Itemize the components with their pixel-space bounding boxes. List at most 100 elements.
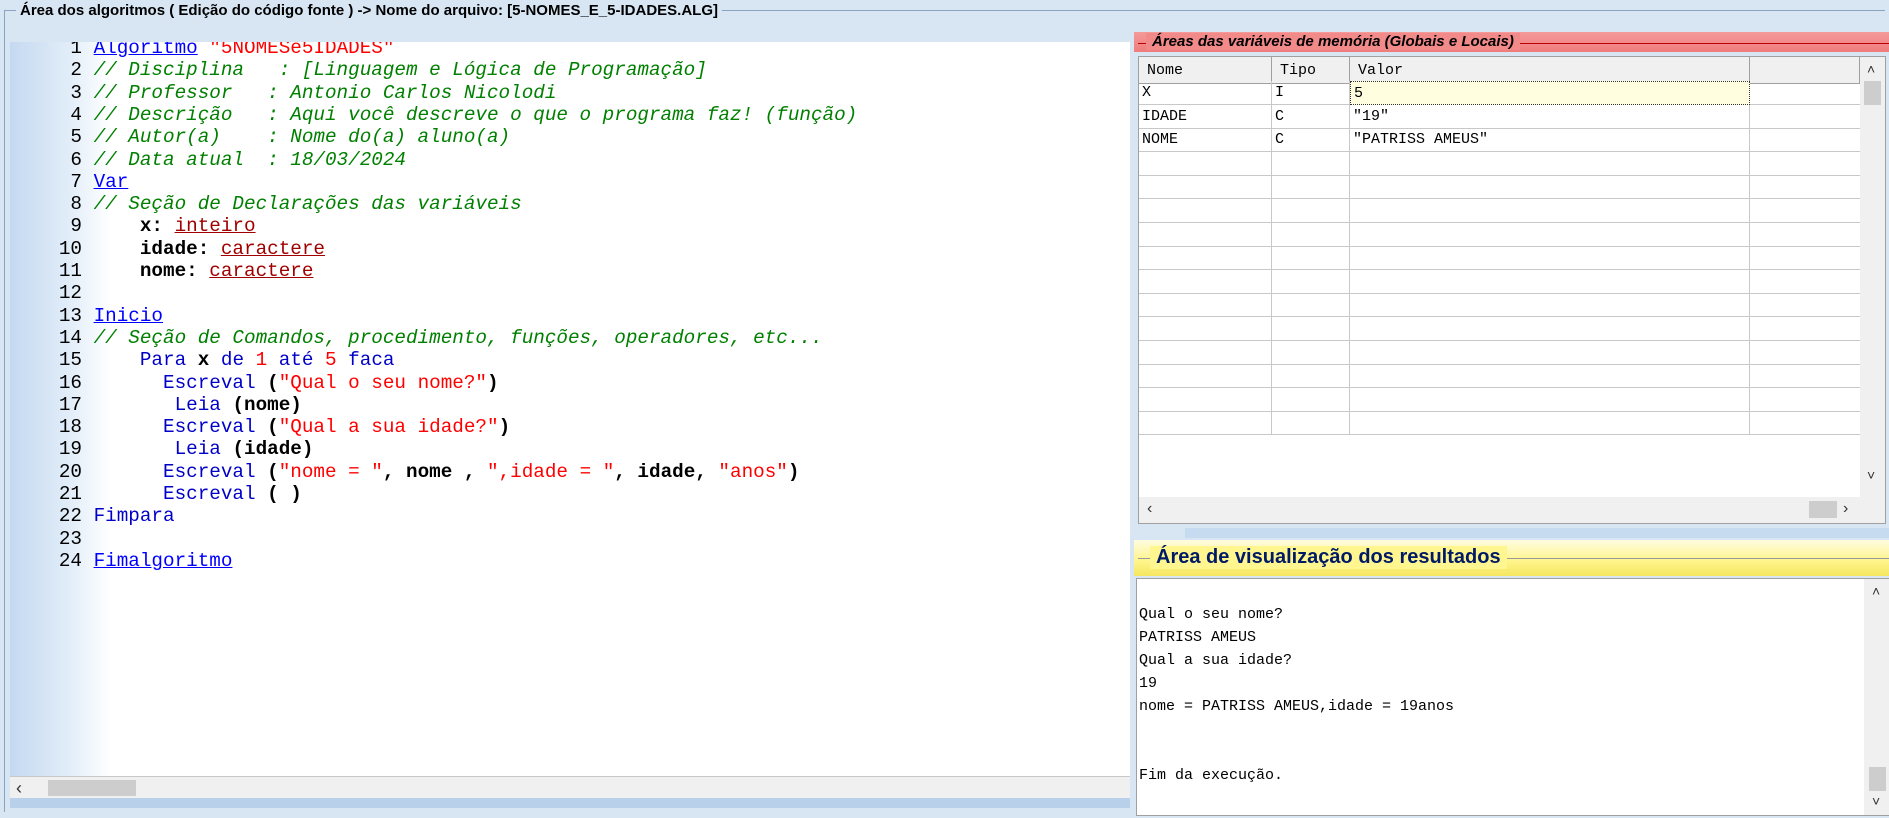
chevron-up-icon[interactable]: ˄: [1867, 61, 1875, 77]
cell-nome[interactable]: [1139, 411, 1272, 436]
cell-valor[interactable]: [1350, 246, 1750, 271]
table-row[interactable]: IDADE C "19": [1139, 104, 1860, 129]
cell-nome[interactable]: NOME: [1139, 128, 1272, 153]
table-row[interactable]: [1139, 246, 1860, 271]
scroll-thumb[interactable]: [1864, 81, 1881, 105]
cell-tipo[interactable]: [1272, 387, 1350, 412]
chevron-left-icon[interactable]: ‹: [1147, 500, 1152, 518]
cell-valor[interactable]: [1350, 199, 1750, 223]
cell-tipo[interactable]: [1272, 175, 1350, 200]
cell-tipo[interactable]: [1272, 340, 1350, 365]
chevron-right-icon[interactable]: ›: [1843, 500, 1848, 518]
cell-nome[interactable]: [1139, 293, 1272, 318]
code-token: , idade,: [614, 460, 719, 483]
cell-tipo[interactable]: [1272, 411, 1350, 436]
cell-nome[interactable]: [1139, 317, 1272, 341]
variables-horizontal-scrollbar[interactable]: ‹ ›: [1139, 497, 1860, 522]
cell-nome[interactable]: [1139, 199, 1272, 223]
table-row[interactable]: [1139, 269, 1860, 294]
cell-tipo[interactable]: [1272, 269, 1350, 294]
cell-valor[interactable]: [1350, 364, 1750, 389]
code-token: // Data atual : 18/03/2024: [93, 148, 406, 171]
panel-splitter[interactable]: [1134, 528, 1889, 538]
table-row[interactable]: XI5: [1139, 81, 1860, 105]
cell-filler: [1750, 105, 1860, 129]
table-row[interactable]: [1139, 199, 1860, 223]
code-token: ",idade = ": [487, 460, 615, 483]
cell-valor[interactable]: "19": [1350, 104, 1750, 129]
cell-filler: [1750, 199, 1860, 223]
cell-valor[interactable]: [1350, 411, 1750, 436]
cell-nome[interactable]: [1139, 340, 1272, 365]
output-line: 19: [1139, 675, 1158, 692]
code-token: // Disciplina : [Linguagem e Lógica de P…: [93, 59, 707, 82]
cell-valor[interactable]: [1350, 151, 1750, 176]
cell-tipo[interactable]: [1272, 317, 1350, 341]
cell-nome[interactable]: [1139, 246, 1272, 271]
cell-valor[interactable]: [1350, 293, 1750, 318]
table-row[interactable]: [1139, 293, 1860, 318]
table-row[interactable]: [1139, 387, 1860, 412]
table-row[interactable]: [1139, 151, 1860, 176]
editor-title: Área dos algoritmos ( Edição do código f…: [16, 2, 722, 19]
cell-nome[interactable]: [1139, 387, 1272, 412]
cell-nome[interactable]: IDADE: [1139, 104, 1272, 129]
cell-valor[interactable]: 5: [1350, 81, 1750, 105]
table-row[interactable]: NOME C "PATRISS AMEUS": [1139, 128, 1860, 153]
cell-tipo[interactable]: [1272, 293, 1350, 318]
code-editor[interactable]: 1 Algoritmo "5NOMESe5IDADES" 2 // Discipl…: [10, 42, 1130, 802]
table-row[interactable]: [1139, 411, 1860, 436]
cell-tipo[interactable]: I: [1272, 81, 1350, 105]
table-row[interactable]: [1139, 175, 1860, 200]
table-row[interactable]: [1139, 364, 1860, 389]
column-header-tipo[interactable]: Tipo: [1272, 57, 1350, 84]
variables-table[interactable]: Nome Tipo Valor X I 5 IDADE C "19" NOME C "PATRISS …: [1139, 57, 1860, 497]
cell-valor[interactable]: "PATRISS AMEUS": [1350, 128, 1750, 153]
cell-nome[interactable]: X: [1139, 81, 1272, 105]
cell-nome[interactable]: [1139, 151, 1272, 176]
cell-valor[interactable]: [1350, 269, 1750, 294]
cell-tipo[interactable]: C: [1272, 104, 1350, 129]
cell-tipo[interactable]: [1272, 222, 1350, 247]
results-output[interactable]: Qual o seu nome? PATRISS AMEUS Qual a sua …: [1136, 578, 1889, 816]
cell-filler: [1750, 364, 1860, 389]
code-line[interactable]: 24 Fimalgoritmo: [10, 548, 233, 575]
cell-tipo[interactable]: [1272, 364, 1350, 389]
cell-nome[interactable]: [1139, 222, 1272, 247]
code-token: Leia: [93, 393, 233, 416]
column-header-filler: [1750, 57, 1860, 84]
chevron-left-icon[interactable]: ‹: [16, 778, 22, 799]
results-title: Área de visualização dos resultados: [1150, 546, 1507, 569]
chevron-down-icon[interactable]: ˅: [1872, 793, 1880, 809]
cell-valor[interactable]: [1350, 317, 1750, 341]
cell-tipo[interactable]: [1272, 246, 1350, 271]
cell-tipo[interactable]: [1272, 151, 1350, 176]
chevron-up-icon[interactable]: ˄: [1872, 583, 1880, 599]
column-header-valor[interactable]: Valor: [1350, 57, 1750, 84]
cell-tipo[interactable]: C: [1272, 128, 1350, 153]
cell-tipo[interactable]: [1272, 199, 1350, 223]
scroll-thumb[interactable]: [1809, 501, 1837, 518]
table-row[interactable]: [1139, 317, 1860, 341]
chevron-down-icon[interactable]: ˅: [1867, 467, 1875, 483]
cell-valor[interactable]: [1350, 222, 1750, 247]
cell-valor[interactable]: [1350, 340, 1750, 365]
cell-nome[interactable]: [1139, 175, 1272, 200]
scroll-thumb[interactable]: [48, 780, 136, 796]
table-row[interactable]: [1139, 222, 1860, 247]
code-horizontal-scrollbar[interactable]: ‹: [10, 776, 1130, 799]
column-header-nome[interactable]: Nome: [1139, 57, 1272, 84]
code-token: ( ): [267, 483, 302, 505]
scroll-thumb[interactable]: [1869, 767, 1886, 791]
results-text: Qual o seu nome? PATRISS AMEUS Qual a sua …: [1139, 603, 1859, 787]
code-token: "anos": [718, 460, 788, 483]
cell-nome[interactable]: [1139, 364, 1272, 389]
cell-valor[interactable]: [1350, 175, 1750, 200]
variables-vertical-scrollbar[interactable]: ˄ ˅: [1860, 57, 1885, 497]
cell-valor[interactable]: [1350, 387, 1750, 412]
table-row[interactable]: [1139, 340, 1860, 365]
cell-nome[interactable]: [1139, 269, 1272, 294]
results-vertical-scrollbar[interactable]: ˄ ˅: [1864, 579, 1889, 815]
